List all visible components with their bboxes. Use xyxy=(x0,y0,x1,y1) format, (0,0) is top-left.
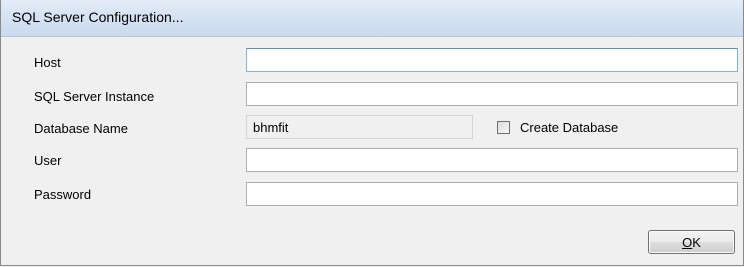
host-label: Host xyxy=(34,55,61,70)
create-database-checkbox-group[interactable]: Create Database xyxy=(497,119,618,135)
user-label: User xyxy=(34,153,62,168)
sql-config-dialog: SQL Server Configuration... Host SQL Ser… xyxy=(0,0,744,266)
dialog-title: SQL Server Configuration... xyxy=(12,9,184,25)
ok-button-label-rest: K xyxy=(692,234,701,250)
ok-button-mnemonic: O xyxy=(682,234,693,250)
database-name-label: Database Name xyxy=(34,121,128,136)
host-input[interactable] xyxy=(246,48,738,72)
password-input[interactable] xyxy=(246,182,738,206)
database-name-input xyxy=(246,115,473,139)
create-database-label[interactable]: Create Database xyxy=(520,120,618,135)
user-input[interactable] xyxy=(246,148,738,172)
sql-server-instance-input[interactable] xyxy=(246,82,738,106)
instance-label: SQL Server Instance xyxy=(34,89,155,104)
password-label: Password xyxy=(34,187,92,202)
ok-button[interactable]: OK xyxy=(648,230,735,254)
title-bar: SQL Server Configuration... xyxy=(1,0,743,37)
create-database-checkbox[interactable] xyxy=(497,120,510,134)
